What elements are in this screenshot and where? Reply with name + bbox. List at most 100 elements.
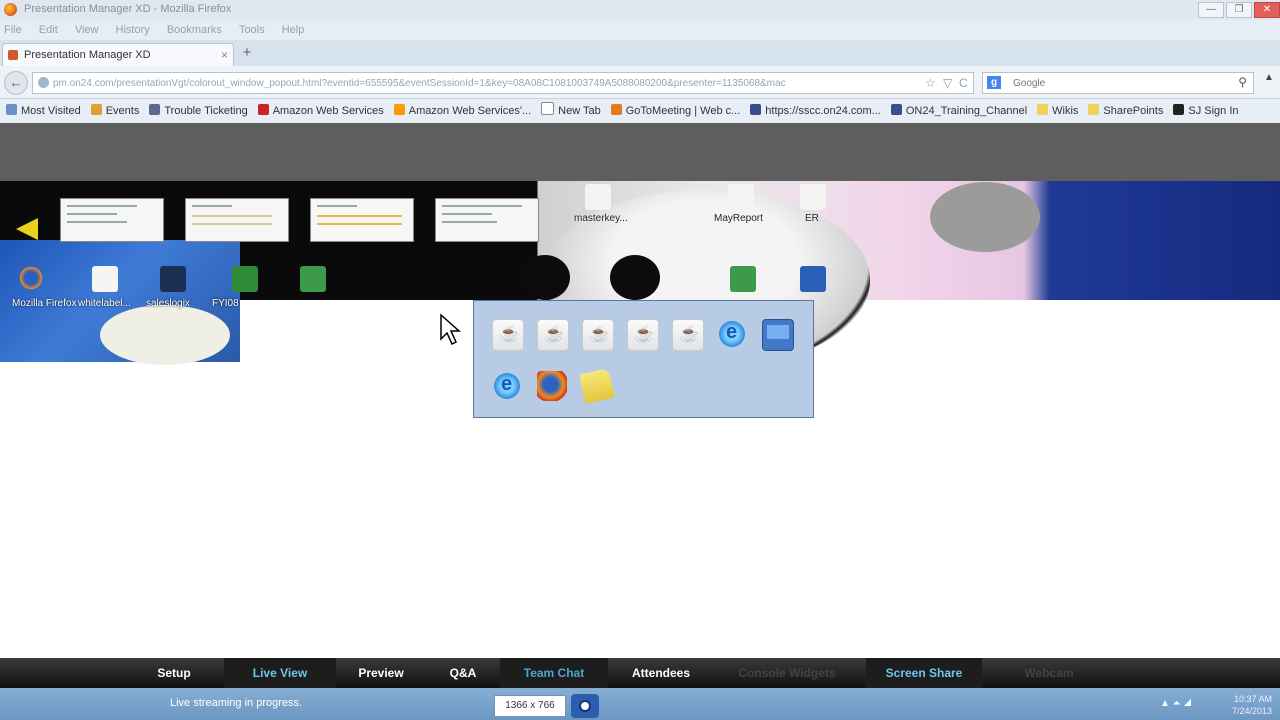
mouse-cursor-icon: [440, 314, 461, 346]
search-icon[interactable]: ⚲: [1238, 75, 1247, 89]
overflow-icons-popup: [473, 300, 814, 418]
reload-icon[interactable]: C: [959, 76, 968, 90]
bookmark-item[interactable]: ON24_Training_Channel: [890, 99, 1027, 123]
wallpaper-eye: [610, 255, 660, 300]
folder-icon[interactable]: [579, 368, 615, 404]
console-widgets-button[interactable]: Console Widgets: [712, 658, 862, 688]
slide-thumbnail[interactable]: [310, 198, 414, 242]
menu-help[interactable]: Help: [282, 20, 305, 40]
document-desktop-icon[interactable]: [585, 184, 611, 210]
preview-button[interactable]: Preview: [340, 658, 422, 688]
google-search-engine-icon[interactable]: g: [987, 76, 1001, 89]
url-dropdown-icon[interactable]: ▽: [943, 76, 952, 90]
bookmark-item[interactable]: Amazon Web Services'...: [393, 99, 532, 123]
excel-desktop-icon[interactable]: [300, 266, 326, 292]
minimize-button[interactable]: —: [1198, 2, 1224, 18]
ie-icon[interactable]: [717, 319, 747, 349]
url-input[interactable]: [53, 73, 921, 93]
bookmark-favicon-icon: [1037, 104, 1049, 115]
webcam-button[interactable]: Webcam: [990, 658, 1108, 688]
attendees-button[interactable]: Attendees: [612, 658, 710, 688]
bookmark-favicon-icon: [257, 104, 269, 115]
document-desktop-icon[interactable]: [800, 184, 826, 210]
browser-tab[interactable]: Presentation Manager XD ×: [2, 43, 234, 67]
java-icon[interactable]: [627, 319, 659, 351]
bookmark-item[interactable]: Trouble Ticketing: [149, 99, 248, 123]
desktop-icon-label: saleslogix: [146, 298, 190, 309]
monitor-icon[interactable]: [762, 319, 794, 351]
screen-share-button[interactable]: Screen Share: [866, 658, 982, 688]
resolution-badge: 1366 x 766: [494, 695, 566, 717]
maximize-button[interactable]: ❐: [1226, 2, 1252, 18]
java-icon[interactable]: [537, 319, 569, 351]
previous-arrow-icon[interactable]: [16, 218, 38, 240]
bookmark-label: Amazon Web Services'...: [408, 105, 532, 117]
tab-strip: Presentation Manager XD × +: [0, 40, 1280, 67]
system-clock[interactable]: 10:37 AM 7/24/2013: [1212, 693, 1272, 717]
team-chat-button[interactable]: Team Chat: [500, 658, 608, 688]
bookmark-favicon-icon: [890, 104, 902, 115]
menu-bookmarks[interactable]: Bookmarks: [167, 20, 222, 40]
menu-view[interactable]: View: [75, 20, 99, 40]
java-icon[interactable]: [582, 319, 614, 351]
firefox-desktop-icon[interactable]: [18, 265, 44, 291]
live-view-tab[interactable]: Live View: [224, 658, 336, 688]
menu-bar: File Edit View History Bookmarks Tools H…: [0, 20, 1280, 40]
excel-desktop-icon[interactable]: [232, 266, 258, 292]
wallpaper-character-paw: [930, 182, 1040, 252]
bookmark-item[interactable]: New Tab: [541, 99, 601, 123]
bookmark-item[interactable]: https://sscc.on24.com...: [750, 99, 881, 123]
bookmark-label: Events: [105, 105, 140, 117]
bookmark-item[interactable]: Events: [90, 99, 140, 123]
back-button[interactable]: ←: [4, 71, 28, 95]
word-desktop-icon[interactable]: [800, 266, 826, 292]
desktop-icon-label: masterkey...: [574, 213, 628, 224]
slide-thumbnail[interactable]: [185, 198, 289, 242]
bookmark-item[interactable]: Wikis: [1037, 99, 1078, 123]
bookmark-item[interactable]: GoToMeeting | Web c...: [610, 99, 741, 123]
tab-favicon-icon: [8, 50, 18, 60]
slide-thumbnail[interactable]: [435, 198, 539, 242]
bookmark-favicon-icon: [1173, 104, 1185, 115]
menu-edit[interactable]: Edit: [39, 20, 58, 40]
bookmark-favicon-icon: [750, 104, 762, 115]
bookmark-label: SharePoints: [1103, 105, 1164, 117]
tab-label: Presentation Manager XD: [24, 49, 151, 61]
java-icon[interactable]: [492, 319, 524, 351]
bookmark-item[interactable]: SJ Sign In: [1173, 99, 1239, 123]
clock-date: 7/24/2013: [1231, 706, 1272, 716]
bookmark-favicon-icon: [541, 102, 555, 115]
excel-desktop-icon[interactable]: [730, 266, 756, 292]
site-identity-icon[interactable]: [38, 77, 49, 88]
bookmark-label: https://sscc.on24.com...: [765, 105, 881, 117]
media-desktop-icon[interactable]: [160, 266, 186, 292]
bookmark-label: GoToMeeting | Web c...: [625, 105, 741, 117]
scroll-up-arrow-icon[interactable]: ▲: [1262, 72, 1276, 92]
ie-icon[interactable]: [492, 371, 522, 401]
bookmark-item[interactable]: Most Visited: [6, 99, 81, 123]
new-tab-button[interactable]: +: [236, 44, 258, 62]
menu-tools[interactable]: Tools: [239, 20, 265, 40]
slide-thumbnail[interactable]: [60, 198, 164, 242]
bookmark-label: SJ Sign In: [1188, 105, 1239, 117]
java-icon[interactable]: [672, 319, 704, 351]
search-input[interactable]: [1013, 73, 1213, 93]
system-tray[interactable]: ▲ ⏶ ◢: [1160, 698, 1191, 709]
bookmark-favicon-icon: [1088, 104, 1100, 115]
clock-time: 10:37 AM: [1233, 694, 1272, 704]
firefox-icon[interactable]: [537, 371, 567, 401]
close-window-button[interactable]: ✕: [1254, 2, 1280, 18]
setup-button[interactable]: Setup: [140, 658, 208, 688]
taskbar-app-icon[interactable]: [571, 694, 599, 718]
bookmark-star-icon[interactable]: ☆: [925, 76, 936, 90]
tab-close-icon[interactable]: ×: [221, 48, 228, 62]
bookmark-item[interactable]: SharePoints: [1088, 99, 1163, 123]
qa-button[interactable]: Q&A: [438, 658, 488, 688]
menu-history[interactable]: History: [116, 20, 150, 40]
desktop-icon-label: ER: [805, 213, 819, 224]
bookmark-favicon-icon: [393, 104, 405, 115]
document-desktop-icon[interactable]: [92, 266, 118, 292]
menu-file[interactable]: File: [4, 20, 22, 40]
document-desktop-icon[interactable]: [728, 184, 754, 210]
bookmark-item[interactable]: Amazon Web Services: [257, 99, 384, 123]
